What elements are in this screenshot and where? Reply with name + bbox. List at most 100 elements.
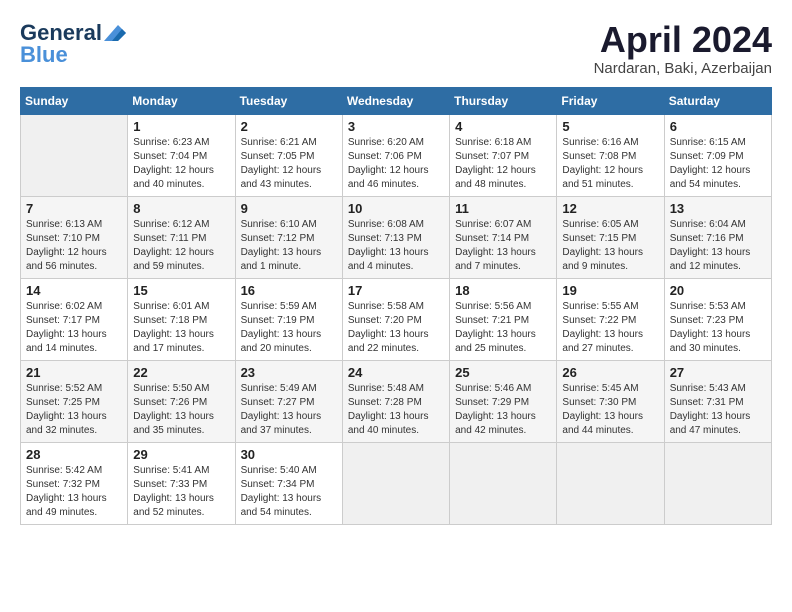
day-number: 9 [241,201,337,216]
day-number: 11 [455,201,551,216]
day-detail: Sunrise: 5:48 AMSunset: 7:28 PMDaylight:… [348,382,444,438]
day-number: 7 [26,201,122,216]
day-number: 27 [670,365,766,380]
day-number: 13 [670,201,766,216]
day-number: 30 [241,447,337,462]
day-detail: Sunrise: 6:20 AMSunset: 7:06 PMDaylight:… [348,136,444,192]
calendar-week-row: 21Sunrise: 5:52 AMSunset: 7:25 PMDayligh… [21,360,772,442]
header-saturday: Saturday [664,87,771,114]
day-number: 28 [26,447,122,462]
day-number: 18 [455,283,551,298]
day-detail: Sunrise: 6:13 AMSunset: 7:10 PMDaylight:… [26,218,122,274]
logo: General Blue [20,20,126,68]
day-detail: Sunrise: 5:46 AMSunset: 7:29 PMDaylight:… [455,382,551,438]
day-number: 24 [348,365,444,380]
day-detail: Sunrise: 5:45 AMSunset: 7:30 PMDaylight:… [562,382,658,438]
calendar-cell: 9 Sunrise: 6:10 AMSunset: 7:12 PMDaylight… [235,196,342,278]
day-detail: Sunrise: 6:02 AMSunset: 7:17 PMDaylight:… [26,300,122,356]
calendar-cell: 16 Sunrise: 5:59 AMSunset: 7:19 PMDayligh… [235,278,342,360]
calendar-cell: 11 Sunrise: 6:07 AMSunset: 7:14 PMDayligh… [450,196,557,278]
calendar-cell: 5 Sunrise: 6:16 AMSunset: 7:08 PMDaylight… [557,114,664,196]
day-detail: Sunrise: 6:01 AMSunset: 7:18 PMDaylight:… [133,300,229,356]
day-number: 29 [133,447,229,462]
header-friday: Friday [557,87,664,114]
calendar-cell: 15 Sunrise: 6:01 AMSunset: 7:18 PMDayligh… [128,278,235,360]
day-number: 17 [348,283,444,298]
calendar-cell: 13 Sunrise: 6:04 AMSunset: 7:16 PMDayligh… [664,196,771,278]
day-number: 3 [348,119,444,134]
day-detail: Sunrise: 5:49 AMSunset: 7:27 PMDaylight:… [241,382,337,438]
calendar-cell: 21Sunrise: 5:52 AMSunset: 7:25 PMDayligh… [21,360,128,442]
day-detail: Sunrise: 6:12 AMSunset: 7:11 PMDaylight:… [133,218,229,274]
calendar-cell: 10Sunrise: 6:08 AMSunset: 7:13 PMDayligh… [342,196,449,278]
calendar-cell: 2Sunrise: 6:21 AMSunset: 7:05 PMDaylight… [235,114,342,196]
calendar-cell: 22 Sunrise: 5:50 AMSunset: 7:26 PMDayligh… [128,360,235,442]
header-wednesday: Wednesday [342,87,449,114]
calendar-cell: 20 Sunrise: 5:53 AMSunset: 7:23 PMDayligh… [664,278,771,360]
header-sunday: Sunday [21,87,128,114]
header-monday: Monday [128,87,235,114]
month-title: April 2024 [594,20,772,60]
calendar-week-row: 14Sunrise: 6:02 AMSunset: 7:17 PMDayligh… [21,278,772,360]
calendar-cell: 7 Sunrise: 6:13 AMSunset: 7:10 PMDaylight… [21,196,128,278]
day-detail: Sunrise: 5:41 AMSunset: 7:33 PMDaylight:… [133,464,229,520]
day-number: 4 [455,119,551,134]
calendar-cell: 25Sunrise: 5:46 AMSunset: 7:29 PMDayligh… [450,360,557,442]
day-detail: Sunrise: 6:05 AMSunset: 7:15 PMDaylight:… [562,218,658,274]
day-detail: Sunrise: 5:52 AMSunset: 7:25 PMDaylight:… [26,382,122,438]
calendar-cell: 4 Sunrise: 6:18 AMSunset: 7:07 PMDaylight… [450,114,557,196]
day-detail: Sunrise: 5:56 AMSunset: 7:21 PMDaylight:… [455,300,551,356]
calendar-cell: 29 Sunrise: 5:41 AMSunset: 7:33 PMDayligh… [128,442,235,524]
day-number: 20 [670,283,766,298]
day-detail: Sunrise: 6:18 AMSunset: 7:07 PMDaylight:… [455,136,551,192]
calendar-week-row: 1 Sunrise: 6:23 AMSunset: 7:04 PMDaylight… [21,114,772,196]
day-detail: Sunrise: 5:42 AMSunset: 7:32 PMDaylight:… [26,464,122,520]
calendar-cell: 26 Sunrise: 5:45 AMSunset: 7:30 PMDayligh… [557,360,664,442]
calendar-cell: 3 Sunrise: 6:20 AMSunset: 7:06 PMDaylight… [342,114,449,196]
day-detail: Sunrise: 5:58 AMSunset: 7:20 PMDaylight:… [348,300,444,356]
day-detail: Sunrise: 6:16 AMSunset: 7:08 PMDaylight:… [562,136,658,192]
day-detail: Sunrise: 6:21 AMSunset: 7:05 PMDaylight:… [241,136,337,192]
calendar-cell: 1 Sunrise: 6:23 AMSunset: 7:04 PMDaylight… [128,114,235,196]
day-detail: Sunrise: 5:40 AMSunset: 7:34 PMDaylight:… [241,464,337,520]
calendar-week-row: 7 Sunrise: 6:13 AMSunset: 7:10 PMDaylight… [21,196,772,278]
day-number: 8 [133,201,229,216]
logo-icon [104,25,126,41]
day-detail: Sunrise: 6:04 AMSunset: 7:16 PMDaylight:… [670,218,766,274]
calendar-cell [557,442,664,524]
calendar-cell: 14Sunrise: 6:02 AMSunset: 7:17 PMDayligh… [21,278,128,360]
header-thursday: Thursday [450,87,557,114]
calendar-cell: 12 Sunrise: 6:05 AMSunset: 7:15 PMDayligh… [557,196,664,278]
page-header: General Blue April 2024 Nardaran, Baki, … [20,20,772,77]
day-detail: Sunrise: 5:59 AMSunset: 7:19 PMDaylight:… [241,300,337,356]
day-detail: Sunrise: 5:50 AMSunset: 7:26 PMDaylight:… [133,382,229,438]
calendar-cell [450,442,557,524]
day-detail: Sunrise: 6:23 AMSunset: 7:04 PMDaylight:… [133,136,229,192]
day-number: 23 [241,365,337,380]
day-detail: Sunrise: 5:43 AMSunset: 7:31 PMDaylight:… [670,382,766,438]
calendar-cell: 6Sunrise: 6:15 AMSunset: 7:09 PMDaylight… [664,114,771,196]
calendar-cell: 17 Sunrise: 5:58 AMSunset: 7:20 PMDayligh… [342,278,449,360]
day-detail: Sunrise: 5:53 AMSunset: 7:23 PMDaylight:… [670,300,766,356]
day-number: 22 [133,365,229,380]
day-number: 1 [133,119,229,134]
day-number: 16 [241,283,337,298]
day-number: 6 [670,119,766,134]
calendar-table: SundayMondayTuesdayWednesdayThursdayFrid… [20,87,772,525]
calendar-cell: 27 Sunrise: 5:43 AMSunset: 7:31 PMDayligh… [664,360,771,442]
day-number: 19 [562,283,658,298]
day-number: 5 [562,119,658,134]
calendar-header-row: SundayMondayTuesdayWednesdayThursdayFrid… [21,87,772,114]
calendar-cell [21,114,128,196]
day-number: 26 [562,365,658,380]
title-block: April 2024 Nardaran, Baki, Azerbaijan [594,20,772,77]
calendar-cell: 28 Sunrise: 5:42 AMSunset: 7:32 PMDayligh… [21,442,128,524]
day-detail: Sunrise: 6:08 AMSunset: 7:13 PMDaylight:… [348,218,444,274]
logo-blue: Blue [20,42,68,68]
day-detail: Sunrise: 6:10 AMSunset: 7:12 PMDaylight:… [241,218,337,274]
header-tuesday: Tuesday [235,87,342,114]
day-detail: Sunrise: 6:07 AMSunset: 7:14 PMDaylight:… [455,218,551,274]
day-detail: Sunrise: 5:55 AMSunset: 7:22 PMDaylight:… [562,300,658,356]
day-number: 15 [133,283,229,298]
day-number: 12 [562,201,658,216]
